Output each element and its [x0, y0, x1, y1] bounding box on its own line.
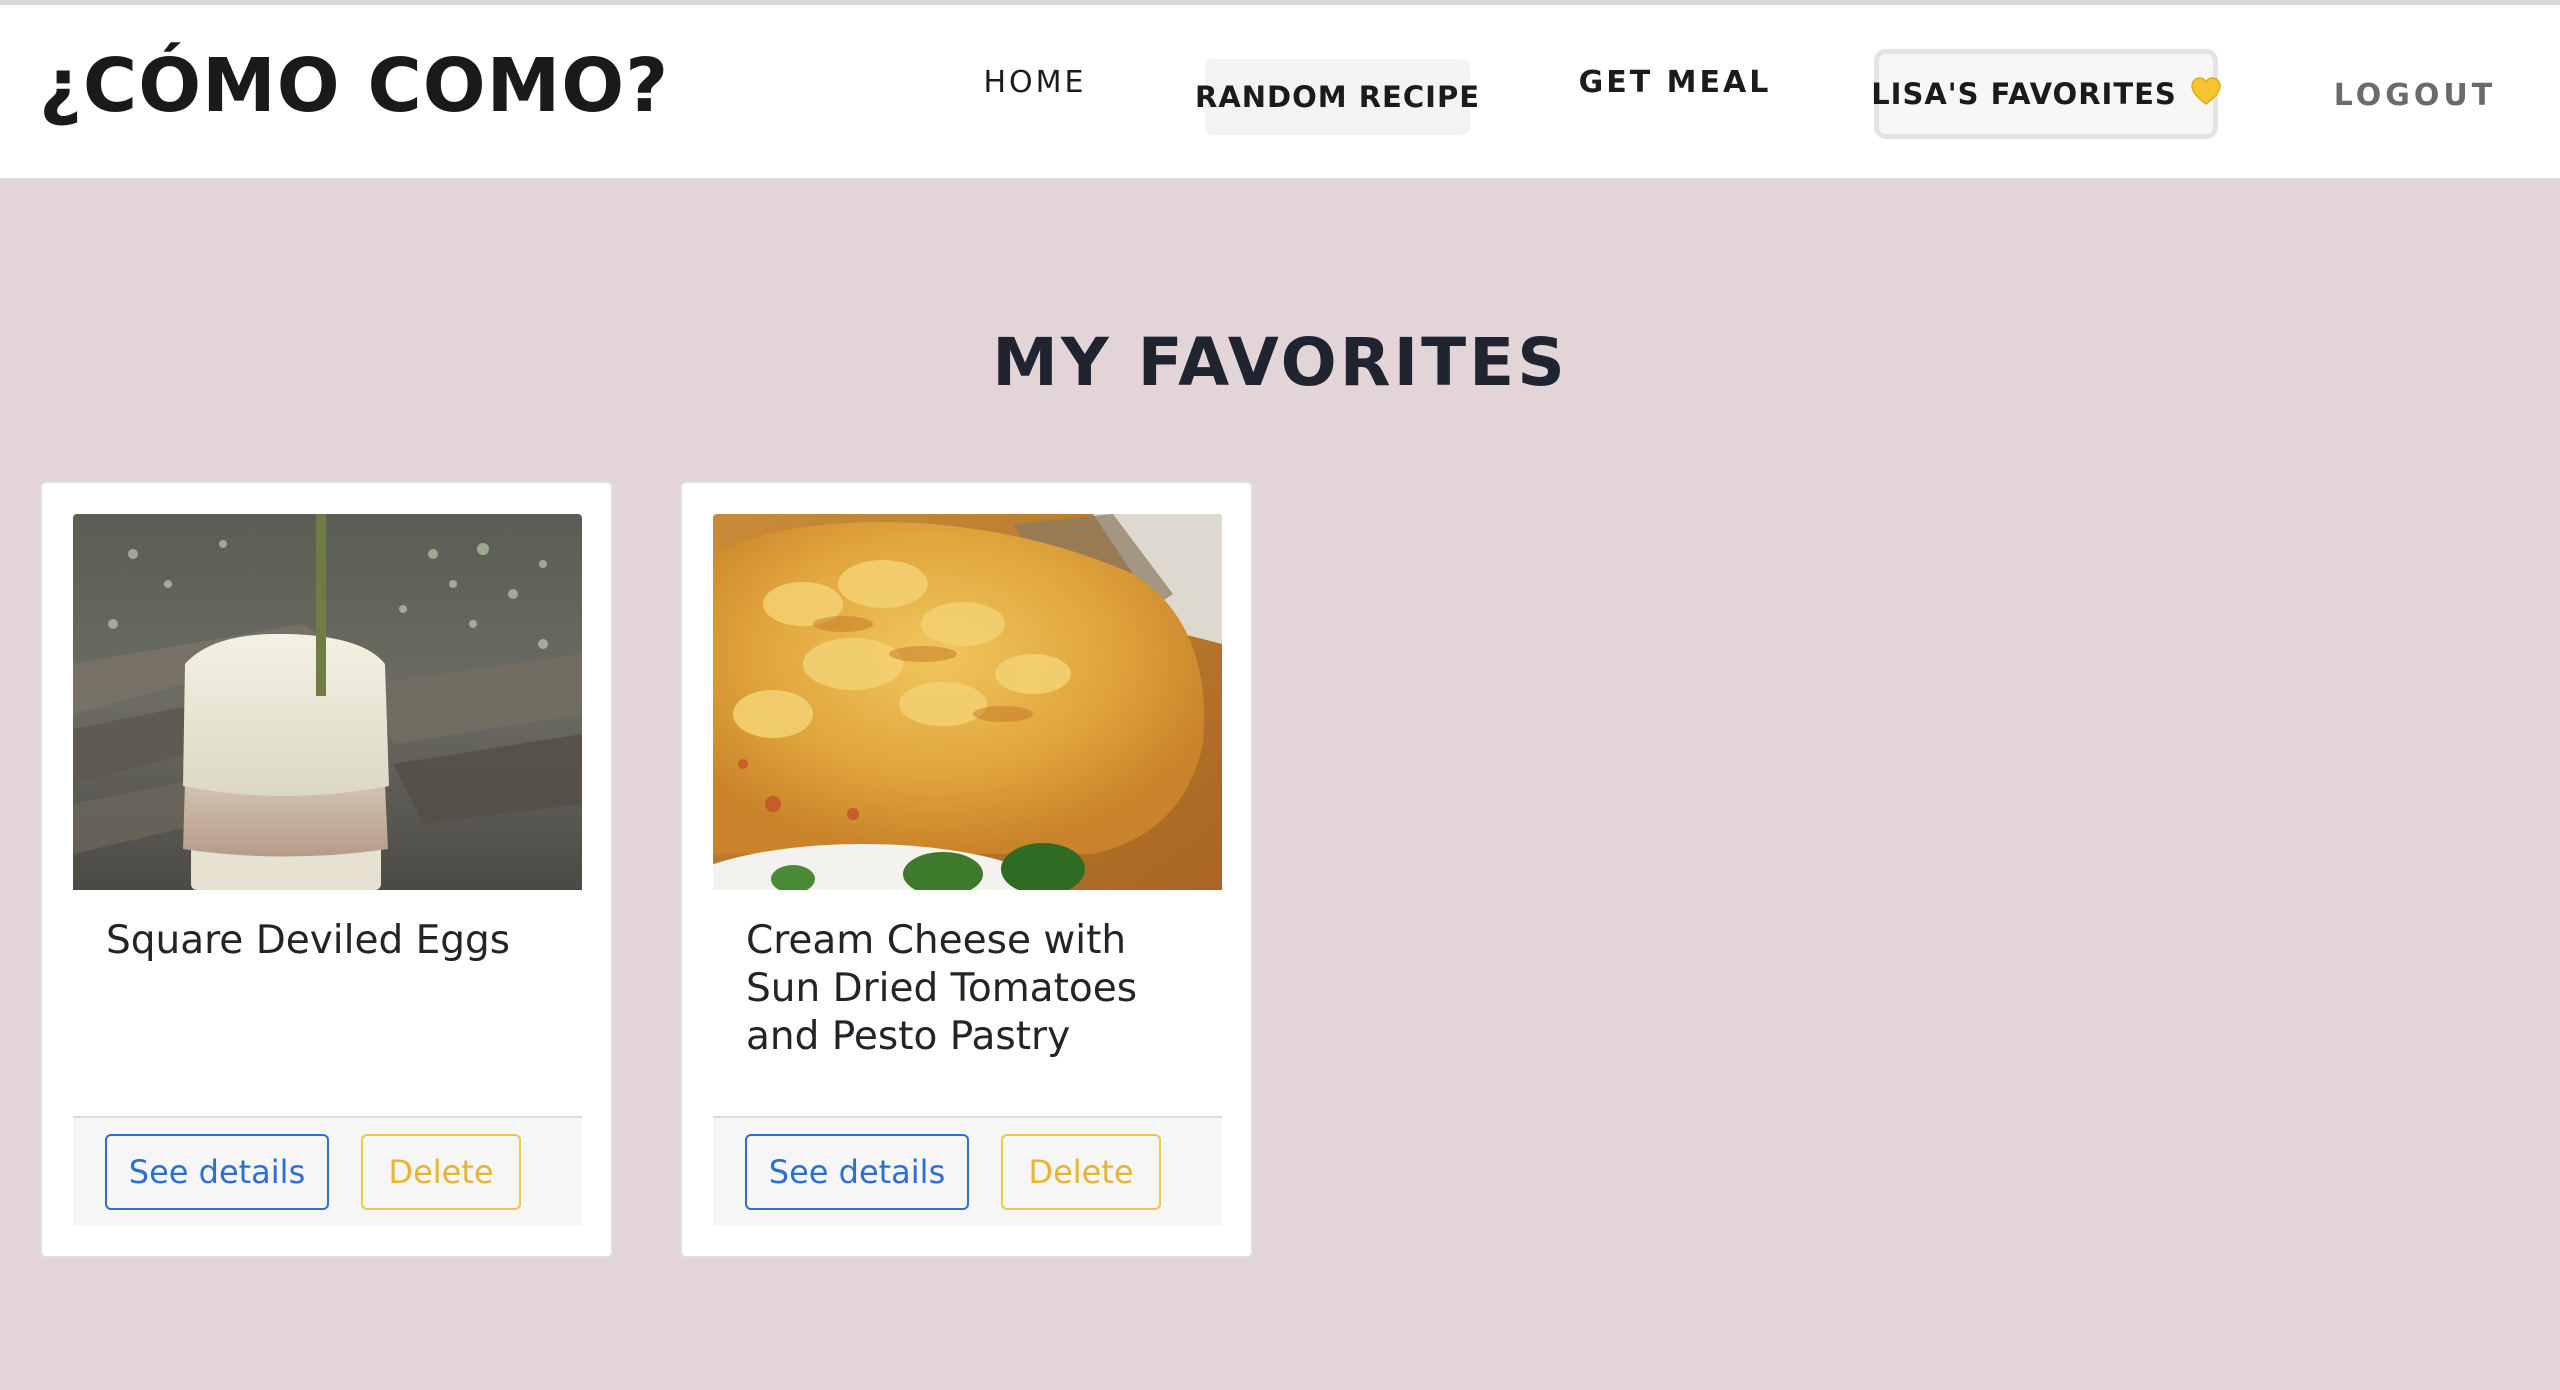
favorite-card: Cream Cheese with Sun Dried Tomatoes and…	[680, 481, 1253, 1258]
favorite-card: Square Deviled Eggs See details Delete	[40, 481, 613, 1258]
see-details-button[interactable]: See details	[745, 1134, 969, 1210]
nav-logout[interactable]: LOGOUT	[2330, 69, 2500, 121]
brand-logo[interactable]: ¿CÓMO COMO?	[39, 49, 669, 123]
page-title: MY FAVORITES	[992, 324, 1568, 402]
see-details-button[interactable]: See details	[105, 1134, 329, 1210]
nav-random-recipe[interactable]: RANDOM RECIPE	[1195, 59, 1479, 135]
card-footer: See details Delete	[713, 1116, 1222, 1226]
card-title: Cream Cheese with Sun Dried Tomatoes and…	[746, 918, 1138, 1059]
pesto-pastry-photo	[713, 514, 1222, 890]
nav-get-meal[interactable]: GET MEAL	[1579, 57, 1770, 107]
nav-home[interactable]: HOME	[970, 57, 1100, 107]
delete-button[interactable]: Delete	[1001, 1134, 1161, 1210]
delete-button[interactable]: Delete	[361, 1134, 521, 1210]
card-footer: See details Delete	[73, 1116, 582, 1226]
yellow-heart-icon	[2191, 75, 2221, 113]
nav-favorites-label: LISA'S FAVORITES	[1871, 77, 2177, 111]
card-title: Square Deviled Eggs	[106, 918, 511, 963]
deviled-eggs-photo	[73, 514, 582, 890]
navbar: ¿CÓMO COMO? HOME RANDOM RECIPE GET MEAL …	[0, 5, 2560, 179]
nav-favorites[interactable]: LISA'S FAVORITES	[1871, 49, 2221, 139]
